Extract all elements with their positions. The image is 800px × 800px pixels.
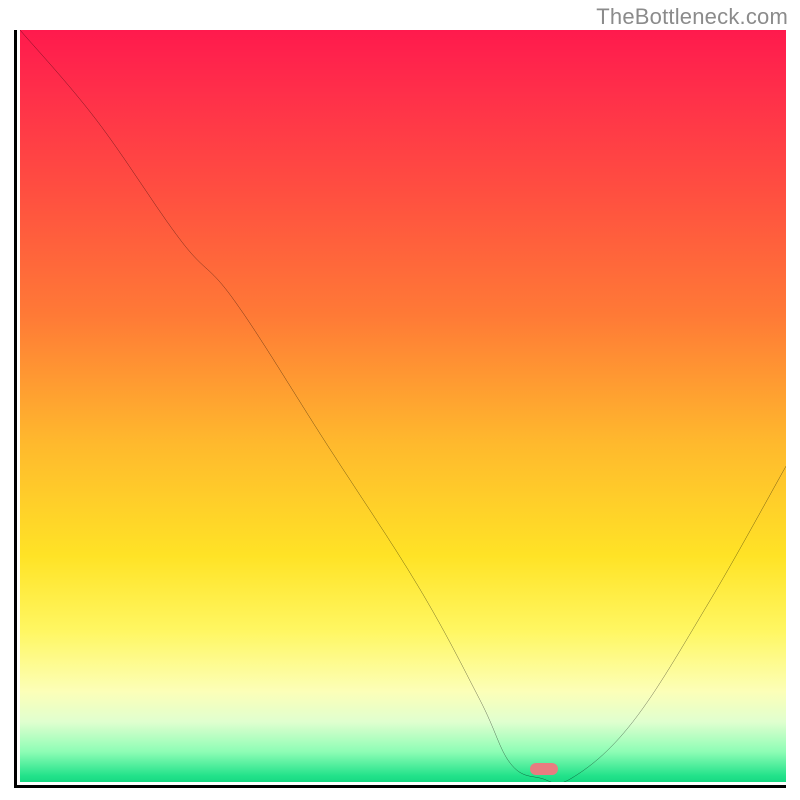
chart-frame: TheBottleneck.com (0, 0, 800, 800)
optimal-marker (530, 763, 558, 775)
bottleneck-curve (20, 30, 786, 782)
watermark-text: TheBottleneck.com (596, 4, 788, 30)
plot-area (14, 30, 786, 788)
curve-path (20, 30, 786, 782)
